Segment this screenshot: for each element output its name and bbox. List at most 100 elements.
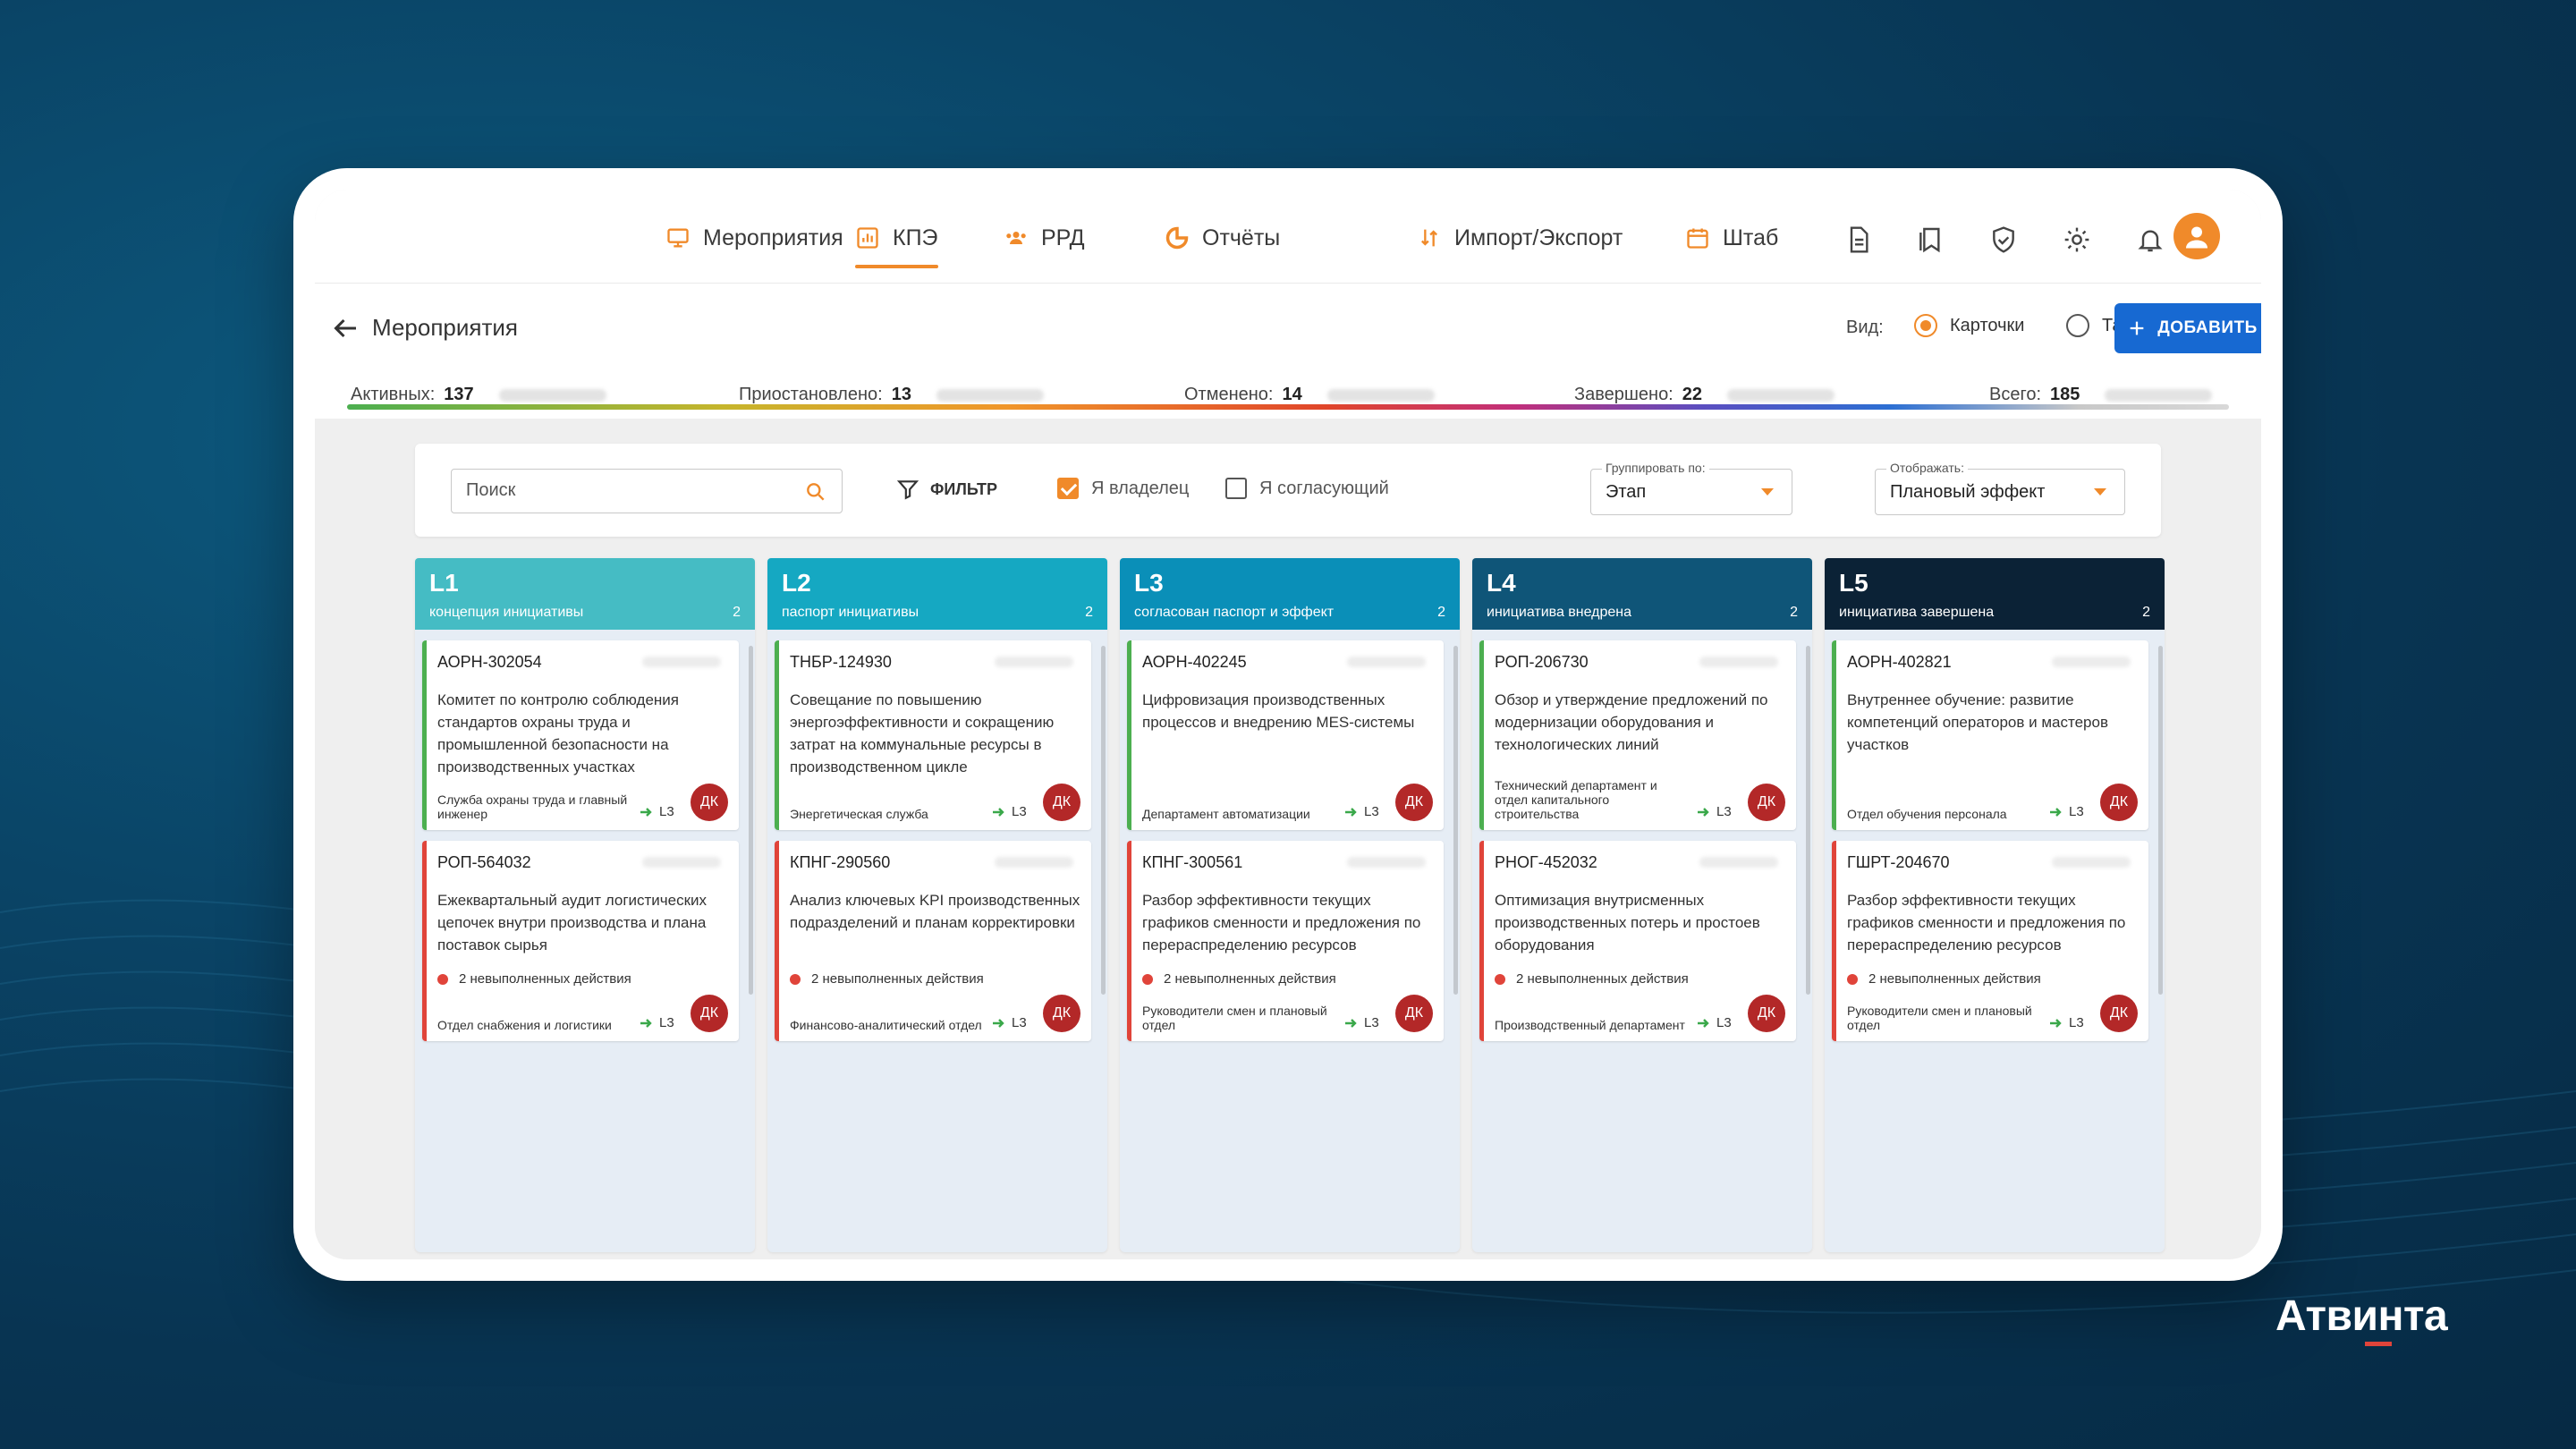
blurred-amount [1699, 857, 1778, 868]
approver-label: Я согласующий [1259, 478, 1389, 498]
target-level: L3 [1344, 804, 1379, 819]
target-level-label: L3 [1012, 1015, 1027, 1030]
column-count: 2 [1790, 605, 1798, 620]
column-header[interactable]: L1 концепция инициативы 2 [415, 558, 755, 630]
pending-actions: 2 невыполненных действия [790, 971, 984, 987]
assignee-avatar[interactable]: ДК [1395, 995, 1433, 1032]
add-button-label: ДОБАВИТЬ [2157, 318, 2258, 337]
arrow-right-icon [993, 807, 1004, 817]
kanban-column: L4 инициатива внедрена 2 РОП-206730 Обзор и … [1472, 558, 1812, 1252]
nav-item-rrd[interactable]: РРД [1004, 216, 1085, 259]
display-label: Отображать: [1886, 461, 1968, 475]
group-by-select[interactable]: Группировать по: Этап [1590, 461, 1792, 515]
assignee-avatar[interactable]: ДК [1043, 995, 1080, 1032]
stat-value: 137 [444, 385, 474, 404]
stat-paused: Приостановлено: 13 [739, 385, 1044, 405]
column-header[interactable]: L5 инициатива завершена 2 [1825, 558, 2165, 630]
assignee-avatar[interactable]: ДК [691, 784, 728, 821]
initiative-card[interactable]: КПНГ-290560 Анализ ключевых KPI производс… [775, 841, 1091, 1041]
radio-selected-icon [1914, 314, 1937, 337]
card-title: Анализ ключевых KPI производственных под… [790, 892, 1080, 931]
kanban-column: L5 инициатива завершена 2 АОРН-402821 Внутре… [1825, 558, 2165, 1252]
pending-actions-label: 2 невыполненных действия [459, 971, 631, 987]
arrow-right-icon [2050, 1018, 2062, 1028]
nav-item-kpe[interactable]: КПЭ [855, 216, 938, 268]
shield-icon[interactable] [1986, 222, 2021, 258]
initiative-card[interactable]: РНОГ-452032 Оптимизация внутрисменных про… [1479, 841, 1796, 1041]
nav-item-hq[interactable]: Штаб [1685, 216, 1778, 259]
column-scrollbar[interactable] [1453, 646, 1458, 995]
assignee-avatar[interactable]: ДК [1395, 784, 1433, 821]
initiative-card[interactable]: КПНГ-300561 Разбор эффективности текущих … [1127, 841, 1444, 1041]
stat-label: Всего: [1989, 385, 2041, 404]
stat-canceled: Отменено: 14 [1184, 385, 1435, 405]
stat-value: 13 [891, 385, 911, 404]
bookmarks-icon[interactable] [1912, 222, 1948, 258]
initiative-card[interactable]: ГШРТ-204670 Разбор эффективности текущих … [1832, 841, 2148, 1041]
target-level: L3 [992, 804, 1027, 819]
document-icon[interactable] [1841, 222, 1877, 258]
nav-item-reports[interactable]: Отчёты [1165, 216, 1280, 259]
card-title: Разбор эффективности текущих графиков см… [1142, 892, 1421, 953]
nav-item-events[interactable]: Мероприятия [665, 216, 843, 259]
nav-label: Импорт/Экспорт [1454, 225, 1623, 250]
assignee-avatar[interactable]: ДК [2100, 995, 2138, 1032]
nav-label: Отчёты [1202, 225, 1281, 250]
view-cards-radio[interactable]: Карточки [1914, 314, 2024, 337]
status-progress-bar [347, 404, 2229, 410]
user-avatar-icon[interactable] [2174, 213, 2220, 259]
approver-checkbox[interactable]: Я согласующий [1225, 478, 1389, 499]
card-id: РНОГ-452032 [1495, 853, 1597, 871]
kanban-column: L2 паспорт инициативы 2 ТНБР-124930 Совещани… [767, 558, 1107, 1252]
column-header[interactable]: L2 паспорт инициативы 2 [767, 558, 1107, 630]
stat-label: Активных: [351, 385, 436, 404]
card-department: Технический департамент и отдел капиталь… [1495, 778, 1657, 821]
back-arrow-icon[interactable] [329, 312, 361, 344]
add-button[interactable]: ДОБАВИТЬ [2114, 303, 2261, 353]
column-header[interactable]: L3 согласован паспорт и эффект 2 [1120, 558, 1460, 630]
card-title: Цифровизация производственных процессов … [1142, 691, 1415, 731]
column-scrollbar[interactable] [1806, 646, 1810, 995]
alert-dot-icon [1142, 973, 1153, 985]
column-scrollbar[interactable] [1101, 646, 1106, 995]
card-id: РОП-564032 [437, 853, 531, 871]
card-id: АОРН-402821 [1847, 653, 1952, 671]
gear-icon[interactable] [2059, 222, 2095, 258]
nav-label: РРД [1041, 225, 1085, 250]
owner-checkbox[interactable]: Я владелец [1057, 478, 1189, 499]
stat-label: Отменено: [1184, 385, 1274, 404]
assignee-avatar[interactable]: ДК [1748, 784, 1785, 821]
assignee-avatar[interactable]: ДК [2100, 784, 2138, 821]
initiative-card[interactable]: АОРН-402821 Внутреннее обучение: развитие… [1832, 640, 2148, 830]
bell-icon[interactable] [2132, 222, 2168, 258]
assignee-avatar[interactable]: ДК [1043, 784, 1080, 821]
filter-button[interactable]: ФИЛЬТР [896, 478, 997, 501]
initiative-card[interactable]: АОРН-302054 Комитет по контролю соблюдени… [422, 640, 739, 830]
column-count: 2 [1085, 605, 1093, 620]
target-level-label: L3 [1012, 804, 1027, 819]
group-by-value: Этап [1606, 482, 1647, 502]
initiative-card[interactable]: АОРН-402245 Цифровизация производственных… [1127, 640, 1444, 830]
initiative-card[interactable]: ТНБР-124930 Совещание по повышению энерго… [775, 640, 1091, 830]
initiative-card[interactable]: РОП-564032 Ежеквартальный аудит логистиче… [422, 841, 739, 1041]
card-title: Комитет по контролю соблюдения стандарто… [437, 691, 679, 775]
nav-label: Штаб [1723, 225, 1779, 250]
arrow-right-icon [1345, 1018, 1357, 1028]
column-scrollbar[interactable] [749, 646, 753, 995]
column-scrollbar[interactable] [2158, 646, 2163, 995]
search-icon[interactable] [804, 480, 827, 504]
column-header[interactable]: L4 инициатива внедрена 2 [1472, 558, 1812, 630]
display-select[interactable]: Отображать: Плановый эффект [1875, 461, 2125, 515]
card-id: АОРН-302054 [437, 653, 542, 671]
search-input[interactable] [466, 470, 788, 511]
brand-name: Атвинта [2275, 1292, 2448, 1340]
assignee-avatar[interactable]: ДК [1748, 995, 1785, 1032]
target-level-label: L3 [659, 804, 674, 819]
filter-label: ФИЛЬТР [930, 479, 998, 498]
assignee-avatar[interactable]: ДК [691, 995, 728, 1032]
stat-total: Всего: 185 [1989, 385, 2213, 405]
nav-item-import-export[interactable]: Импорт/Экспорт [1417, 216, 1623, 259]
pending-actions-label: 2 невыполненных действия [1164, 971, 1336, 987]
initiative-card[interactable]: РОП-206730 Обзор и утверждение предложени… [1479, 640, 1796, 830]
checkbox-checked-icon [1057, 478, 1079, 499]
